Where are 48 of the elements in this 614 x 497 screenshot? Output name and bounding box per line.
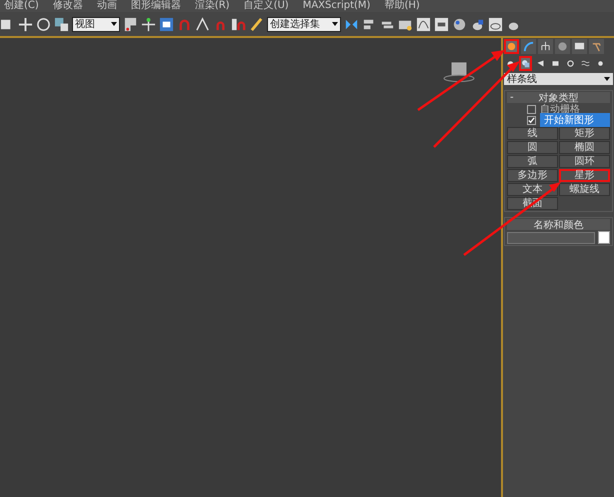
waves-icon (581, 58, 590, 69)
selection-set-dropdown[interactable]: 创建选择集 (267, 16, 341, 32)
command-tab[interactable] (589, 39, 604, 54)
shape-button[interactable]: 矩形 (559, 127, 610, 140)
menu-item[interactable]: 修改器 (52, 0, 83, 12)
command-tab[interactable] (538, 39, 553, 54)
command-tab[interactable] (572, 39, 587, 54)
menu-item[interactable]: 动画 (96, 0, 117, 12)
monitor-icon (574, 41, 585, 52)
shape-button[interactable]: 圆 (507, 141, 558, 154)
move-icon[interactable] (141, 16, 156, 32)
shape-button[interactable]: 多边形 (507, 169, 558, 182)
move-icon[interactable] (18, 16, 33, 32)
shape-button[interactable]: 弧 (507, 155, 558, 168)
material-icon[interactable] (452, 16, 467, 32)
checkbox-label[interactable]: 自动栅格 (540, 102, 580, 116)
shape-button[interactable]: 椭圆 (559, 141, 610, 154)
scale-icon[interactable] (54, 16, 69, 32)
checkbox[interactable] (527, 116, 536, 124)
circle-icon (557, 41, 568, 52)
hammer-icon (591, 41, 602, 52)
rollout-header[interactable]: 名称和颜色 (507, 219, 610, 230)
pencil-icon[interactable] (249, 16, 264, 32)
checkbox-label[interactable]: 开始新图形 (540, 113, 610, 127)
category-tab[interactable] (519, 56, 532, 71)
rollout-header[interactable]: - 对象类型 (507, 92, 610, 103)
shapes-icon (521, 58, 530, 69)
color-swatch[interactable] (598, 231, 610, 244)
arc-icon (523, 41, 534, 52)
view-dropdown[interactable]: 视图 (72, 16, 120, 32)
shape-button[interactable]: 圆环 (559, 155, 610, 168)
name-field[interactable] (507, 232, 595, 244)
rotate-icon[interactable] (36, 16, 51, 32)
menu-item[interactable]: MAXScript(M) (302, 0, 370, 12)
shape-button[interactable]: 线 (507, 127, 558, 140)
menu-item[interactable]: 图形编辑器 (130, 0, 181, 12)
checkbox[interactable] (527, 104, 536, 114)
shape-button[interactable]: 螺旋线 (559, 183, 610, 196)
menu-item[interactable]: 创建(C) (4, 0, 39, 12)
curve-editor-icon[interactable] (416, 16, 431, 32)
command-tab[interactable] (521, 39, 536, 54)
menu-item[interactable]: 帮助(H) (384, 0, 420, 12)
view-cube-icon[interactable] (443, 60, 475, 84)
hierarchy-icon (540, 41, 551, 52)
collapse-sign[interactable]: - (510, 92, 514, 103)
shape-button[interactable]: 星形 (559, 169, 610, 182)
window-icon[interactable] (434, 16, 449, 32)
category-dropdown[interactable]: 样条线 (504, 73, 613, 85)
